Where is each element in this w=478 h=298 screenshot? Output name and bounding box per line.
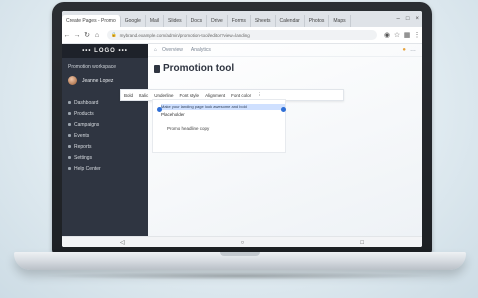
laptop-base — [14, 252, 466, 270]
laptop-screen: Create Pages - Promo Google Mail Slides … — [62, 11, 422, 247]
browser-tab-label: Docs — [190, 18, 203, 24]
editor-line: Placeholder — [161, 112, 185, 117]
close-icon[interactable]: × — [412, 16, 422, 22]
laptop-shadow — [40, 272, 440, 280]
browser-toolbar: ← → ↻ ⌂ 🔒 mybrand.example.com/admin/prom… — [62, 27, 422, 44]
browser-tab[interactable]: Photos — [305, 15, 330, 27]
minimize-icon[interactable]: – — [394, 16, 403, 22]
more-options-icon[interactable]: ⋮ — [254, 92, 265, 98]
sidebar-item-label: Events — [74, 132, 90, 139]
cast-icon[interactable]: ◉ — [382, 31, 392, 39]
campaigns-icon — [68, 123, 71, 126]
selected-text[interactable]: Make your landing page look awesome and … — [161, 104, 285, 110]
topnav-item-overview[interactable]: Overview — [162, 47, 183, 53]
reports-icon — [68, 145, 71, 148]
laptop-base-notch — [220, 252, 260, 256]
sidebar-item-settings[interactable]: Settings — [62, 152, 148, 163]
browser-tab-label: Sheets — [254, 18, 271, 24]
help-icon — [68, 167, 71, 170]
browser-tab-active[interactable]: Create Pages - Promo — [62, 15, 121, 27]
user-name: Jeanne Lopez — [82, 77, 114, 84]
text-editor[interactable]: Make your landing page look awesome and … — [152, 99, 286, 153]
topnav-item-analytics[interactable]: Analytics — [191, 47, 211, 53]
sidebar: ••• LOGO ••• Promotion workspace Jeanne … — [62, 44, 148, 236]
font-color-dropdown[interactable]: Font color — [228, 93, 254, 98]
sidebar-item-events[interactable]: Events — [62, 130, 148, 141]
browser-tab-label: Photos — [308, 18, 325, 24]
bookmark-star-icon[interactable]: ☆ — [392, 31, 402, 39]
lock-icon: 🔒 — [111, 32, 117, 37]
dashboard-icon — [68, 101, 71, 104]
sidebar-item-label: Products — [74, 110, 94, 117]
font-style-dropdown[interactable]: Font style — [177, 93, 203, 98]
format-underline-button[interactable]: Underline — [151, 93, 176, 98]
alignment-dropdown[interactable]: Alignment — [202, 93, 228, 98]
sidebar-item-products[interactable]: Products — [62, 108, 148, 119]
format-italic-button[interactable]: Italic — [136, 93, 151, 98]
browser-tab-label: Maps — [333, 18, 346, 24]
home-icon[interactable]: ⌂ — [92, 32, 102, 39]
browser-tab-label: Mail — [149, 18, 160, 24]
browser-tab[interactable]: Forms — [228, 15, 251, 27]
browser-tabstrip: Create Pages - Promo Google Mail Slides … — [62, 11, 422, 27]
home-nav-icon[interactable]: ⌂ — [154, 47, 157, 53]
browser-tab-label: Drive — [211, 18, 223, 24]
account-menu-icon[interactable]: … — [410, 47, 416, 53]
sidebar-item-reports[interactable]: Reports — [62, 141, 148, 152]
back-softkey-icon[interactable]: ◁ — [120, 239, 125, 246]
sidebar-item-label: Settings — [74, 154, 93, 161]
browser-tab-label: Forms — [231, 18, 246, 24]
sidebar-item-label: Help Center — [74, 165, 101, 172]
selection-end-handle[interactable] — [281, 107, 286, 112]
extensions-icon[interactable]: ▦ — [402, 31, 412, 39]
page-header: Promotion tool — [148, 57, 422, 74]
home-softkey-icon[interactable]: ○ — [241, 240, 245, 246]
top-nav: ⌂ Overview Analytics ● … — [148, 44, 422, 57]
recent-apps-softkey-icon[interactable]: □ — [360, 240, 364, 246]
sidebar-item-help[interactable]: Help Center — [62, 163, 148, 174]
events-icon — [68, 134, 71, 137]
sidebar-item-label: Reports — [74, 143, 92, 150]
back-arrow-icon[interactable]: ← — [62, 32, 72, 39]
browser-tab-label: Slides — [168, 18, 182, 24]
settings-icon — [68, 156, 71, 159]
system-nav-bar: ◁ ○ □ — [62, 236, 422, 247]
logo-text: ••• LOGO ••• — [82, 48, 128, 54]
page-title: Promotion tool — [163, 63, 235, 74]
app: ••• LOGO ••• Promotion workspace Jeanne … — [62, 44, 422, 247]
avatar — [68, 76, 77, 85]
reload-icon[interactable]: ↻ — [82, 31, 92, 39]
browser-tab[interactable]: Calendar — [276, 15, 305, 27]
browser-tab[interactable]: Google — [121, 15, 146, 27]
browser-tab[interactable]: Mail — [146, 15, 165, 27]
browser-tab[interactable]: Slides — [164, 15, 187, 27]
logo[interactable]: ••• LOGO ••• — [62, 44, 148, 58]
forward-arrow-icon[interactable]: → — [72, 32, 82, 39]
browser-menu-icon[interactable]: ⋮ — [412, 31, 422, 39]
page-title-icon — [154, 64, 160, 73]
workspace-label: Promotion workspace — [68, 64, 117, 70]
main-content: ⌂ Overview Analytics ● … Promotion tool … — [120, 44, 422, 236]
browser-tab-active-label: Create Pages - Promo — [66, 18, 116, 24]
editor-line: Promo headline copy — [167, 126, 210, 131]
user-profile[interactable]: Jeanne Lopez — [62, 70, 148, 91]
browser-tab[interactable]: Sheets — [251, 15, 276, 27]
browser-tab-label: Google — [124, 18, 141, 24]
browser-tab-label: Calendar — [279, 18, 300, 24]
format-bold-button[interactable]: Bold — [121, 93, 136, 98]
sidebar-item-label: Dashboard — [74, 99, 99, 106]
maximize-icon[interactable]: □ — [403, 16, 413, 22]
sidebar-item-label: Campaigns — [74, 121, 100, 128]
products-icon — [68, 112, 71, 115]
address-bar[interactable]: 🔒 mybrand.example.com/admin/promotion-to… — [107, 30, 377, 40]
browser-tab[interactable]: Maps — [329, 15, 351, 27]
notification-bell-icon[interactable]: ● — [402, 47, 406, 53]
browser-tab[interactable]: Docs — [187, 15, 208, 27]
address-bar-url: mybrand.example.com/admin/promotion-tool… — [119, 32, 250, 38]
sidebar-item-campaigns[interactable]: Campaigns — [62, 119, 148, 130]
browser-tab[interactable]: Drive — [207, 15, 228, 27]
laptop-lid: Create Pages - Promo Google Mail Slides … — [52, 2, 432, 254]
